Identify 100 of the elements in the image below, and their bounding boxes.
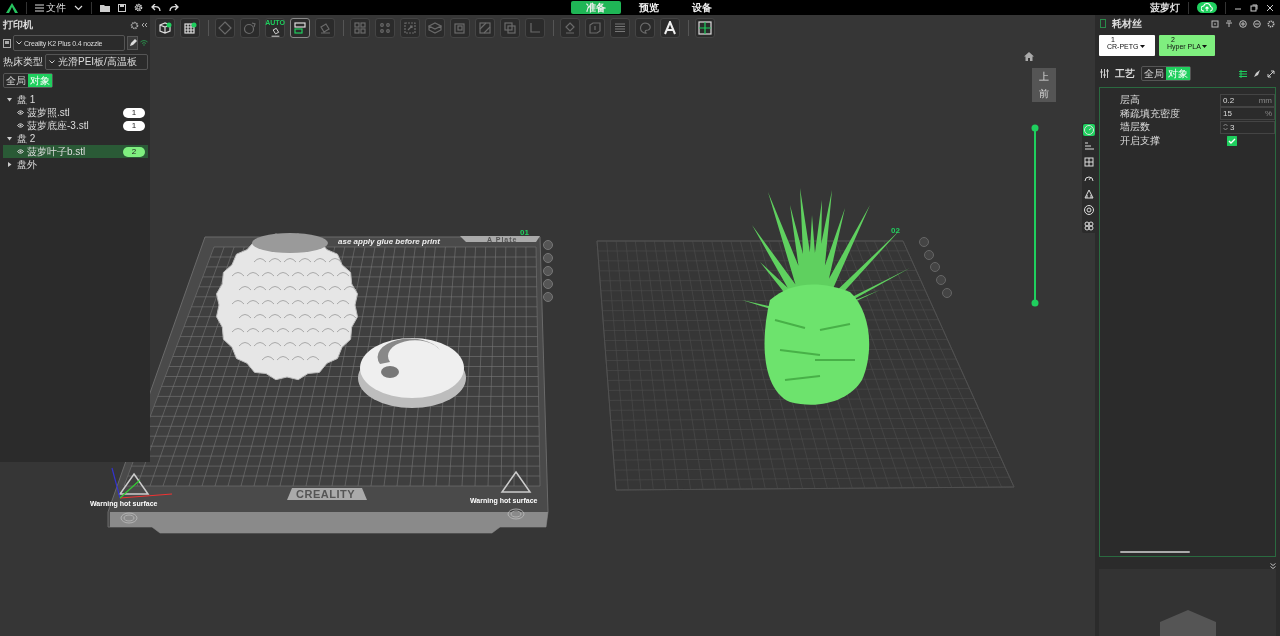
orient-button[interactable] [240,18,260,38]
support-icon[interactable] [1083,188,1095,200]
speedometer-plate-icon[interactable] [1083,124,1095,136]
plate-group-item[interactable]: 盘 1 [3,93,148,106]
chevron-down-icon[interactable] [74,4,83,11]
plate-group-label: 盘外 [17,157,37,172]
caret-icon[interactable] [1201,45,1207,48]
view-cube-face[interactable]: 前 [1039,86,1049,101]
sync-icon[interactable] [1211,19,1219,28]
cloud-upload-icon [1201,3,1213,12]
object-item[interactable]: 菠萝底座-3.stl 1 [3,119,148,132]
view-cube[interactable]: 上 前 [1032,68,1056,102]
expanded-arrow-icon[interactable] [7,97,12,102]
brush-icon[interactable] [1253,69,1261,78]
fingerprint-icon [507,508,525,520]
add-plate-button[interactable] [180,18,200,38]
box-icon [428,21,442,35]
slice-button[interactable] [610,18,630,38]
cut-button[interactable] [425,18,445,38]
expanded-arrow-icon[interactable] [7,136,12,141]
eye-icon[interactable] [17,110,24,115]
view-cube-face[interactable]: 上 [1039,69,1049,84]
diamond-icon [218,21,232,35]
nozzle-icon[interactable] [1225,19,1233,28]
collapsed-arrow-icon[interactable] [7,162,12,167]
settings-icon[interactable] [1267,19,1275,28]
resize-icon [403,21,417,35]
add-cube-button[interactable] [155,18,175,38]
panel-title: 耗材丝 [1112,16,1142,31]
slider-thumb[interactable] [1031,299,1039,307]
setting-label: 开启支撑 [1120,133,1161,148]
corner-icon [528,21,542,35]
folder-icon[interactable] [100,3,110,12]
grid-icon[interactable] [1083,156,1095,168]
support-checkbox[interactable] [1227,135,1237,146]
setting-label: 稀疏填充密度 [1120,106,1181,121]
undo-icon[interactable] [151,3,161,12]
eye-icon[interactable] [17,149,24,154]
save-icon[interactable] [118,3,126,12]
remove-icon[interactable] [1253,19,1261,28]
collapse-icon[interactable] [141,22,148,28]
slider-thumb[interactable] [1031,124,1039,132]
text-button[interactable] [660,18,680,38]
layers-icon[interactable] [1083,140,1095,152]
project-name: 菠萝灯 [1150,0,1180,15]
assembly-button[interactable] [695,18,715,38]
warning-triangle-icon [500,470,532,493]
redo-icon[interactable] [169,3,179,12]
hatch-icon [478,21,492,35]
object-item[interactable]: 菠萝照.stl 1 [3,106,148,119]
filament-number-badge: 2 [123,146,145,157]
edit-button[interactable] [127,36,138,50]
bed-type-dropdown[interactable]: 光滑PEI板/高温板 [45,54,148,70]
plate-group-label: 盘 1 [17,92,36,107]
plate-group-item[interactable]: 盘 2 [3,132,148,145]
puzzle-icon [698,21,712,35]
close-icon[interactable] [1266,3,1274,12]
warning-triangle-icon [118,472,150,495]
paint-button[interactable] [635,18,655,38]
circle-icon [243,21,257,35]
printer-icon [3,38,11,48]
scope-tab[interactable]: 全局 [1142,67,1166,80]
scrollbar[interactable] [1120,551,1190,553]
square-icon [453,21,467,35]
home-icon[interactable] [1024,52,1034,61]
setting-label: 层高 [1120,93,1141,108]
object-name: 菠萝底座-3.stl [27,118,90,133]
cube-icon [158,21,172,35]
chevron-down-icon [49,60,55,64]
dots-icon [378,21,392,35]
squares-icon [503,21,517,35]
restore-icon[interactable] [1250,3,1258,12]
setting-input[interactable]: 15 % [1219,107,1275,121]
setting-input[interactable]: 0.2 mm [1219,93,1275,107]
plate-number: 01 [520,228,529,237]
tilt-icon [318,21,332,35]
scope-tab[interactable]: 全局 [4,74,28,87]
object-item[interactable]: 菠萝叶子b.stl 2 [3,145,148,158]
split-button[interactable] [475,18,495,38]
plate-group-item[interactable]: 盘外 [3,158,148,171]
upload-button[interactable] [1197,2,1217,13]
file-menu[interactable]: 文件 [35,0,66,15]
setting-spinner[interactable]: 3 [1219,120,1275,134]
list-icon[interactable] [1239,69,1247,78]
mode-tab[interactable]: 设备 [677,1,727,14]
support-button[interactable] [560,18,580,38]
flower-icon[interactable] [1083,220,1095,232]
target-icon[interactable] [1083,204,1095,216]
eye-icon[interactable] [17,123,24,128]
expand-icon[interactable] [1267,69,1275,78]
mode-tab[interactable]: 预览 [624,1,674,14]
arrange-button[interactable] [215,18,235,38]
flatten-button[interactable] [315,18,335,38]
chevron-down-icon [16,41,22,45]
pencil-icon [128,39,137,47]
grid4-icon [353,21,367,35]
plate-notice-text: ase apply glue before print [338,237,440,246]
add-icon[interactable] [1239,19,1247,28]
caret-icon[interactable] [1139,45,1145,48]
layout-button[interactable] [290,18,310,38]
